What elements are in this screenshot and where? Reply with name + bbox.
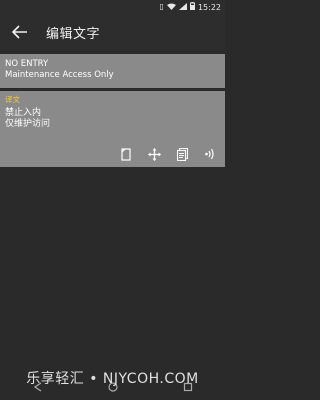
vibrate-icon: ▯ xyxy=(159,2,164,11)
battery-icon xyxy=(189,2,195,12)
translation-text[interactable]: 禁止入内 仅维护访问 xyxy=(5,108,220,130)
speaker-icon[interactable] xyxy=(203,147,217,161)
nav-recents-button[interactable] xyxy=(178,377,198,397)
arrow-left-icon xyxy=(12,25,27,39)
signal-icon xyxy=(178,2,187,12)
clipboard-icon[interactable] xyxy=(175,147,189,161)
source-line-1: NO ENTRY xyxy=(5,59,49,69)
copy-icon[interactable] xyxy=(119,147,133,161)
translation-label: 译文 xyxy=(5,95,20,104)
status-bar: ▯ 15:22 xyxy=(0,0,225,14)
move-icon[interactable] xyxy=(147,147,161,161)
translation-line-2: 仅维护访问 xyxy=(5,119,51,129)
translation-line-1: 禁止入内 xyxy=(5,108,42,118)
navigation-bar xyxy=(0,374,225,400)
translation-card: 译文 禁止入内 仅维护访问 xyxy=(0,91,225,167)
source-line-2: Maintenance Access Only xyxy=(5,70,114,80)
status-time: 15:22 xyxy=(197,2,221,12)
toolbar: 编辑文字 xyxy=(0,14,225,50)
nav-back-button[interactable] xyxy=(28,377,48,397)
wifi-icon xyxy=(166,3,176,12)
translation-actions xyxy=(119,147,217,161)
nav-home-button[interactable] xyxy=(103,377,123,397)
page-title: 编辑文字 xyxy=(46,26,101,42)
source-text-card[interactable]: NO ENTRY Maintenance Access Only xyxy=(0,54,225,88)
back-button[interactable] xyxy=(4,16,36,48)
